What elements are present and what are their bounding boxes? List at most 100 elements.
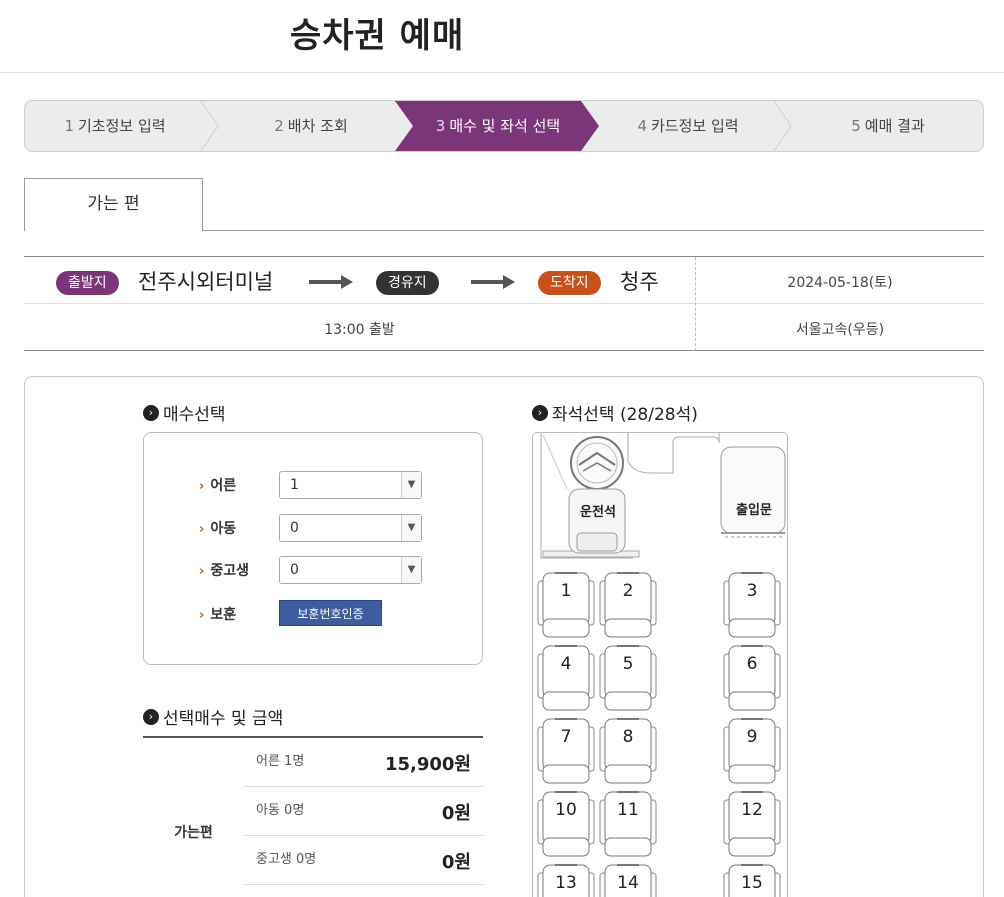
- driver-seat-label: 운전석: [580, 505, 616, 520]
- seat-7[interactable]: 7: [537, 717, 595, 785]
- seat-6[interactable]: 6: [723, 644, 781, 712]
- arrival-place: 청주: [620, 270, 659, 294]
- price-side: 가는편: [143, 738, 244, 897]
- seat-number: 14: [617, 873, 639, 893]
- seat-number: 6: [746, 654, 758, 674]
- seat-heading-text: 좌석선택 (28/28석): [552, 405, 698, 425]
- price-table: 가는편 어른 1명 15,900원 아동 0명 0원 중고생 0명 0원: [143, 736, 483, 897]
- seat-map: 운전석 출입문 1 2 3 4 5 6 7 8 9 10 11 12 13 14 15: [532, 432, 788, 897]
- chevron-down-icon: ▼: [401, 472, 421, 498]
- veteran-cert-button[interactable]: 보훈번호인증: [279, 600, 382, 626]
- chevron-icon: ›: [199, 608, 205, 623]
- child-count-select[interactable]: 0 ▼: [279, 514, 422, 542]
- price-amount-child: 0원: [441, 803, 471, 824]
- step-2-label: 배차 조회: [287, 117, 348, 135]
- seat-1[interactable]: 1: [537, 571, 595, 639]
- tab-underline: [202, 230, 984, 231]
- route-arrow-icon-2: [471, 275, 515, 289]
- seat-number: 12: [741, 800, 763, 820]
- seat-9[interactable]: 9: [723, 717, 781, 785]
- seat-number: 2: [622, 581, 634, 601]
- via-badge: 경유지: [376, 271, 439, 295]
- step-4-label: 카드정보 입력: [650, 117, 739, 135]
- seat-number: 1: [560, 581, 572, 601]
- price-amount-student: 0원: [441, 852, 471, 873]
- departure-date: 2024-05-18(토): [787, 275, 893, 291]
- chevron-right-icon: ›: [532, 405, 548, 421]
- chevron-right-icon: ›: [143, 709, 159, 725]
- seat-number: 10: [555, 800, 577, 820]
- page-title: 승차권 예매: [290, 16, 465, 56]
- seat-12[interactable]: 12: [723, 790, 781, 858]
- chevron-icon: ›: [199, 522, 205, 537]
- seat-5[interactable]: 5: [599, 644, 657, 712]
- price-heading-text: 선택매수 및 금액: [163, 709, 284, 729]
- count-heading: › 매수선택: [143, 400, 226, 425]
- title-divider: [0, 72, 1004, 73]
- adult-count-value: 1: [290, 477, 299, 493]
- seat-15[interactable]: 15: [723, 863, 781, 897]
- count-heading-text: 매수선택: [163, 405, 226, 425]
- student-count-value: 0: [290, 562, 299, 578]
- seat-4[interactable]: 4: [537, 644, 595, 712]
- student-label: 중고생: [210, 563, 249, 579]
- adult-label: 어른: [210, 478, 237, 494]
- step-4-number: 4: [637, 117, 647, 135]
- chevron-down-icon: ▼: [401, 515, 421, 541]
- price-label-student: 중고생 0명: [256, 852, 317, 867]
- step-1-label: 기초정보 입력: [77, 117, 166, 135]
- step-4: 4 카드정보 입력: [599, 101, 777, 151]
- count-label-child: › 아동: [199, 518, 236, 538]
- price-label-adult: 어른 1명: [256, 754, 305, 769]
- chevron-icon: ›: [199, 479, 205, 494]
- chevron-down-icon: ▼: [401, 557, 421, 583]
- tab-outbound[interactable]: 가는 편: [24, 178, 203, 231]
- seat-10[interactable]: 10: [537, 790, 595, 858]
- step-3-label: 매수 및 좌석 선택: [449, 117, 561, 135]
- price-label-child: 아동 0명: [256, 803, 305, 818]
- step-3-active: 3 매수 및 좌석 선택: [405, 101, 591, 151]
- step-5-number: 5: [851, 117, 861, 135]
- price-row-child: 아동 0명 0원: [244, 787, 483, 836]
- student-count-select[interactable]: 0 ▼: [279, 556, 422, 584]
- seat-number: 9: [746, 727, 758, 747]
- seat-number: 13: [555, 873, 577, 893]
- route-info: 출발지 전주시외터미널 경유지 도착지 청주 2024-05-18(토) 13:…: [24, 256, 984, 351]
- price-amount-adult: 15,900원: [384, 754, 471, 775]
- seat-8[interactable]: 8: [599, 717, 657, 785]
- price-row-student: 중고생 0명 0원: [244, 836, 483, 885]
- child-label: 아동: [210, 521, 237, 537]
- price-side-label: 가는편: [174, 825, 213, 841]
- count-label-student: › 중고생: [199, 560, 249, 580]
- seat-heading: › 좌석선택 (28/28석): [532, 400, 698, 425]
- seat-2[interactable]: 2: [599, 571, 657, 639]
- seat-11[interactable]: 11: [599, 790, 657, 858]
- departure-place: 전주시외터미널: [138, 270, 274, 294]
- seat-number: 3: [746, 581, 758, 601]
- chevron-right-icon: ›: [143, 405, 159, 421]
- departure-badge: 출발지: [56, 271, 119, 295]
- child-count-value: 0: [290, 520, 299, 536]
- step-indicator: 1 기초정보 입력 2 배차 조회 3 매수 및 좌석 선택 4 카드정보 입력 5 예매…: [24, 100, 984, 152]
- price-row-adult: 어른 1명 15,900원: [244, 738, 483, 787]
- seat-number: 7: [560, 727, 572, 747]
- seat-14[interactable]: 14: [599, 863, 657, 897]
- seat-number: 4: [560, 654, 572, 674]
- departure-time: 13:00 출발: [324, 322, 395, 338]
- arrival-badge: 도착지: [538, 271, 601, 295]
- seat-number: 15: [741, 873, 763, 893]
- bus-company: 서울고속(우등): [795, 322, 885, 338]
- count-label-veteran: › 보훈: [199, 604, 236, 624]
- seat-number: 5: [622, 654, 634, 674]
- seat-13[interactable]: 13: [537, 863, 595, 897]
- route-arrow-icon: [309, 275, 353, 289]
- step-1: 1 기초정보 입력: [25, 101, 205, 151]
- chevron-icon: ›: [199, 564, 205, 579]
- seat-3[interactable]: 3: [723, 571, 781, 639]
- adult-count-select[interactable]: 1 ▼: [279, 471, 422, 499]
- step-3-number: 3: [435, 117, 446, 135]
- seat-number: 11: [617, 800, 639, 820]
- count-box: › 어른 1 ▼ › 아동 0 ▼ › 중고생 0 ▼ › 보훈 보훈번호인증: [143, 432, 483, 665]
- booking-page: 승차권 예매 1 기초정보 입력 2 배차 조회 3 매수 및 좌석 선택 4 카드정보…: [0, 0, 1004, 897]
- step-1-number: 1: [64, 117, 74, 135]
